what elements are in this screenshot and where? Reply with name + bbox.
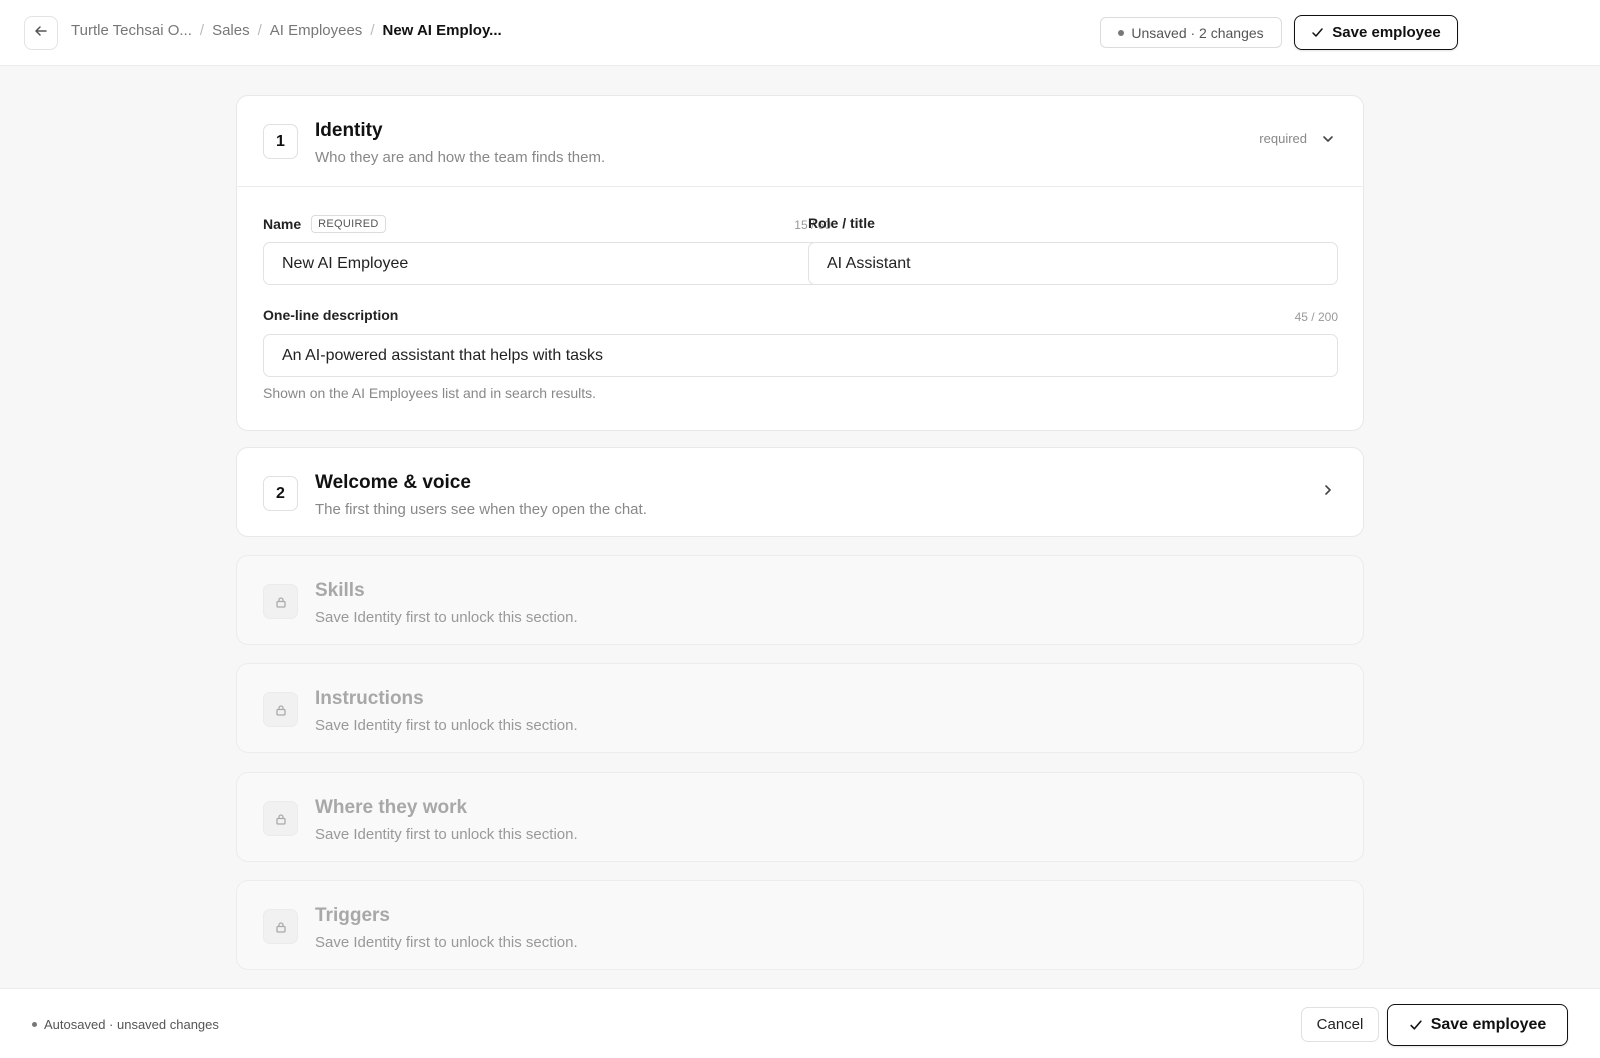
section-title: Skills — [315, 580, 365, 601]
description-char-counter: 45 / 200 — [1294, 310, 1338, 324]
check-icon — [1409, 1018, 1423, 1032]
role-title-input[interactable] — [808, 242, 1338, 285]
breadcrumb-separator: / — [370, 22, 375, 39]
section-subtitle: Who they are and how the team finds them… — [315, 149, 606, 166]
autosave-status-text: Autosaved · unsaved changes — [44, 1017, 219, 1032]
autosave-status: Autosaved · unsaved changes — [32, 1017, 219, 1032]
welcome-voice-section[interactable]: 2 Welcome & voice The first thing users … — [236, 447, 1364, 537]
status-dot — [32, 1022, 37, 1027]
save-employee-button-bottom[interactable]: Save employee — [1387, 1004, 1568, 1046]
name-input[interactable] — [263, 242, 819, 285]
lock-icon — [263, 692, 298, 727]
section-status: required — [1259, 131, 1335, 146]
unsaved-status-badge: Unsaved · 2 changes — [1100, 17, 1282, 48]
check-icon — [1311, 26, 1324, 39]
lock-icon — [263, 801, 298, 836]
section-expand[interactable] — [1307, 483, 1335, 497]
lock-icon — [263, 584, 298, 619]
section-subtitle: The first thing users see when they open… — [315, 501, 647, 518]
breadcrumb-item-sales[interactable]: Sales — [212, 22, 250, 39]
unsaved-status-text: Unsaved · 2 changes — [1131, 24, 1264, 41]
identity-section-body: Name REQUIRED 15 / 60 Role / title One-l… — [237, 186, 1363, 430]
breadcrumb-item-organization[interactable]: Turtle Techsai O... — [71, 22, 192, 39]
role-label-text: Role / title — [808, 215, 875, 231]
identity-section-header[interactable]: 1 Identity Who they are and how the team… — [237, 96, 1363, 186]
step-number-badge: 1 — [263, 124, 298, 159]
description-help-text: Shown on the AI Employees list and in se… — [263, 385, 597, 401]
required-tag: REQUIRED — [311, 215, 386, 233]
name-label-text: Name — [263, 216, 302, 232]
section-title: Identity — [315, 120, 383, 141]
section-title: Instructions — [315, 688, 424, 709]
triggers-section-locked: Triggers Save Identity first to unlock t… — [236, 880, 1364, 970]
section-subtitle: Save Identity first to unlock this secti… — [315, 826, 578, 843]
section-subtitle: Save Identity first to unlock this secti… — [315, 934, 578, 951]
name-field-label: Name REQUIRED — [263, 215, 386, 233]
save-employee-label: Save employee — [1430, 1016, 1547, 1033]
required-status-text: required — [1259, 131, 1307, 146]
breadcrumb-separator: / — [257, 22, 262, 39]
top-bar: Turtle Techsai O... / Sales / AI Employe… — [0, 0, 1600, 66]
section-subtitle: Save Identity first to unlock this secti… — [315, 717, 578, 734]
section-title: Welcome & voice — [315, 472, 471, 493]
welcome-voice-section-header[interactable]: 2 Welcome & voice The first thing users … — [237, 448, 1363, 538]
footer-bar: Autosaved · unsaved changes Cancel Save … — [0, 988, 1600, 1058]
section-title: Triggers — [315, 905, 390, 926]
breadcrumb-current: New AI Employ... — [382, 22, 502, 39]
save-employee-button-top[interactable]: Save employee — [1294, 15, 1458, 50]
step-number-badge: 2 — [263, 476, 298, 511]
identity-section: 1 Identity Who they are and how the team… — [236, 95, 1364, 431]
back-button[interactable] — [24, 16, 58, 50]
cancel-button[interactable]: Cancel — [1301, 1007, 1379, 1042]
arrow-left-icon — [34, 24, 48, 43]
description-label-text: One-line description — [263, 307, 399, 323]
section-subtitle: Save Identity first to unlock this secti… — [315, 609, 578, 626]
description-field-label: One-line description — [263, 307, 398, 323]
status-dot — [1118, 29, 1125, 36]
breadcrumb-item-ai-employees[interactable]: AI Employees — [270, 22, 363, 39]
where-they-work-section-locked: Where they work Save Identity first to u… — [236, 772, 1364, 862]
section-title: Where they work — [315, 797, 468, 818]
breadcrumb: Turtle Techsai O... / Sales / AI Employe… — [71, 22, 502, 39]
breadcrumb-separator: / — [199, 22, 205, 39]
skills-section-locked: Skills Save Identity first to unlock thi… — [236, 555, 1364, 645]
description-input[interactable] — [263, 334, 1338, 377]
role-field-label: Role / title — [808, 215, 875, 231]
save-employee-label: Save employee — [1332, 24, 1441, 41]
lock-icon — [263, 909, 298, 944]
chevron-down-icon[interactable] — [1321, 132, 1335, 146]
instructions-section-locked: Instructions Save Identity first to unlo… — [236, 663, 1364, 753]
chevron-right-icon[interactable] — [1321, 483, 1335, 497]
